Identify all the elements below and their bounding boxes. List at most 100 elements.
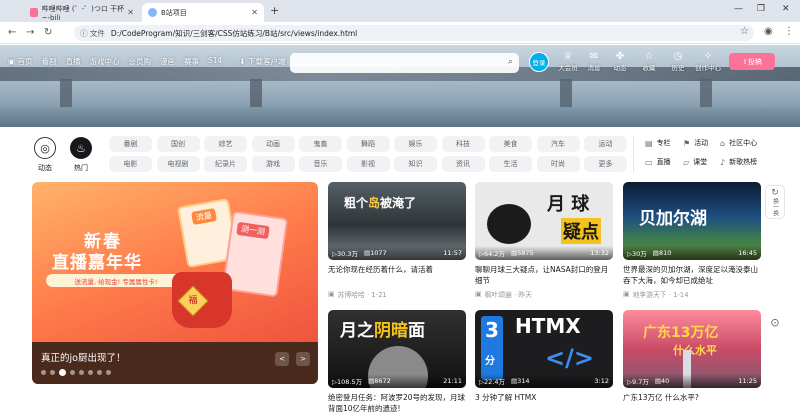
nav-mall[interactable]: 会员购: [128, 56, 151, 67]
side-link-activity[interactable]: ⚑ 活动: [683, 138, 708, 148]
video-title[interactable]: 世界最深的贝加尔湖，深度足以淹没泰山吞下大海，如今却已成绝址: [623, 264, 761, 286]
video-card[interactable]: 贝加尔湖 ▷30万 ▤810 16:45 世界最深的贝加尔湖，深度足以淹没泰山吞…: [623, 182, 761, 299]
reload-icon[interactable]: ↻: [44, 27, 52, 38]
channel-pill[interactable]: 舞蹈: [346, 136, 390, 152]
nav-games[interactable]: 游戏中心: [89, 56, 119, 67]
channel-pill[interactable]: 鬼畜: [299, 136, 342, 152]
channel-pill[interactable]: 动画: [251, 136, 295, 152]
channel-pill[interactable]: 番剧: [109, 136, 152, 152]
channel-pill[interactable]: 时尚: [536, 156, 580, 172]
video-card[interactable]: 月 球 疑点 ▷64.2万 ▤5875 13:32 聊聊月球三大疑点，让NASA…: [475, 182, 613, 299]
video-title[interactable]: 无论你现在经历着什么，请活着: [328, 264, 466, 286]
maximize-icon[interactable]: ❐: [757, 4, 765, 14]
tab-label: B站项目: [161, 8, 187, 17]
carousel-next-button[interactable]: >: [296, 352, 310, 366]
channel-pill[interactable]: 音乐: [299, 156, 342, 172]
carousel-dot[interactable]: [79, 370, 84, 375]
carousel-dot[interactable]: [97, 370, 102, 375]
dynamic-link[interactable]: ✤ 动态: [607, 51, 633, 72]
channel-pill[interactable]: 纪录片: [204, 156, 247, 172]
carousel-dot[interactable]: [41, 370, 46, 375]
video-thumbnail[interactable]: 3 分 HTMX </> ▷22.4万 ▤314 3:12: [475, 310, 613, 388]
channel-pill[interactable]: 科技: [441, 136, 485, 152]
back-top-icon[interactable]: ⊙: [765, 316, 785, 329]
new-tab-button[interactable]: +: [270, 4, 279, 17]
carousel-dot[interactable]: [70, 370, 75, 375]
carousel-dot[interactable]: [88, 370, 93, 375]
channel-pill[interactable]: 生活: [489, 156, 532, 172]
nav-s14[interactable]: S14: [208, 56, 222, 67]
url-field[interactable]: ⓘ 文件 D:/CodeProgram/知识/三剑客/CSS仿站练习/B站/sr…: [74, 25, 754, 41]
video-card[interactable]: 广东13万亿 什么水平 ▷9.7万 ▤40 11:25 广东13万亿 什么水平?: [623, 310, 761, 414]
nav-live[interactable]: 直播: [65, 56, 80, 67]
video-thumbnail[interactable]: 粗个岛被淹了 ▷30.3万 ▤1077 11:57: [328, 182, 466, 260]
nav-esports[interactable]: 赛事: [184, 56, 199, 67]
nav-home[interactable]: ▣ 首页: [8, 56, 32, 67]
video-thumbnail[interactable]: 月 球 疑点 ▷64.2万 ▤5875 13:32: [475, 182, 613, 260]
upload-button[interactable]: ⇪ 投稿: [729, 53, 775, 70]
browser-tab-project[interactable]: B站项目 ✕: [142, 3, 264, 22]
message-link[interactable]: ✉ 消息: [581, 51, 607, 72]
video-card[interactable]: 3 分 HTMX </> ▷22.4万 ▤314 3:12 3 分钟了解 HTM…: [475, 310, 613, 414]
video-thumbnail[interactable]: 广东13万亿 什么水平 ▷9.7万 ▤40 11:25: [623, 310, 761, 388]
promo-carousel[interactable]: 流量 测一测 新春 直播嘉年华 送流量, 给现金! 专属属性卡! 福 真正的jo…: [32, 182, 318, 384]
channel-pill[interactable]: 游戏: [251, 156, 295, 172]
search-icon[interactable]: ⌕: [508, 57, 513, 67]
login-avatar-button[interactable]: 登录: [529, 52, 549, 72]
video-title[interactable]: 广东13万亿 什么水平?: [623, 392, 761, 414]
video-title[interactable]: 绝密登月任务：阿波罗20号的发现，月球背面10亿年前的遗迹!: [328, 392, 466, 414]
side-link-class[interactable]: ▱ 课堂: [683, 157, 707, 167]
history-link[interactable]: ◷ 历史: [665, 51, 691, 72]
nav-download[interactable]: ⬇ 下载客户端: [239, 56, 285, 67]
carousel-title[interactable]: 真正的jo厨出现了！: [41, 350, 125, 364]
carousel-prev-button[interactable]: <: [275, 352, 289, 366]
video-thumbnail[interactable]: 月之阴暗面 ▷108.5万 ▤8672 21:11: [328, 310, 466, 388]
channel-pill[interactable]: 影视: [346, 156, 390, 172]
channel-pill[interactable]: 知识: [394, 156, 437, 172]
carousel-dot[interactable]: [50, 370, 55, 375]
carousel-dot[interactable]: [106, 370, 111, 375]
back-icon[interactable]: ←: [8, 27, 16, 38]
side-link-column[interactable]: ▤ 专栏: [645, 138, 671, 148]
bookmark-star-icon[interactable]: ☆: [740, 26, 749, 37]
channel-pill[interactable]: 汽车: [536, 136, 580, 152]
browser-tab-bilibili[interactable]: 哔哩哔哩 (゜-゜)つロ 干杯~-bili ✕: [24, 3, 140, 22]
side-link-community[interactable]: ⌂ 社区中心: [720, 138, 757, 148]
video-meta[interactable]: ▣ 枫叶颂遍 · 昨天: [475, 289, 613, 299]
channel-pill[interactable]: 电影: [109, 156, 152, 172]
creator-link[interactable]: ✧ 创作中心: [691, 51, 725, 72]
video-card[interactable]: 粗个岛被淹了 ▷30.3万 ▤1077 11:57 无论你现在经历着什么，请活着…: [328, 182, 466, 299]
window-close-icon[interactable]: ✕: [782, 4, 790, 14]
favorites-link[interactable]: ☆ 收藏: [636, 51, 662, 72]
video-meta[interactable]: ▣ 地李游天下 · 1-14: [623, 289, 761, 299]
channel-pill[interactable]: 电视剧: [156, 156, 200, 172]
channel-pill[interactable]: 娱乐: [394, 136, 437, 152]
channel-pill[interactable]: 综艺: [204, 136, 247, 152]
minimize-icon[interactable]: —: [734, 4, 743, 14]
search-input[interactable]: ⌕: [290, 53, 519, 73]
nav-anime[interactable]: 番剧: [41, 56, 56, 67]
vip-link[interactable]: ♕ 大会员: [555, 51, 581, 72]
close-tab-icon[interactable]: ✕: [251, 8, 258, 17]
forward-icon[interactable]: →: [26, 27, 34, 38]
channel-pill[interactable]: 更多: [584, 156, 627, 172]
browser-menu-icon[interactable]: ⋮: [784, 26, 794, 37]
nav-manga[interactable]: 漫画: [160, 56, 175, 67]
video-title[interactable]: 3 分钟了解 HTMX: [475, 392, 613, 414]
channel-pill[interactable]: 运动: [584, 136, 627, 152]
hot-channel[interactable]: ♨ 热门: [68, 137, 94, 173]
video-title[interactable]: 聊聊月球三大疑点，让NASA封口的登月细节: [475, 264, 613, 286]
video-meta[interactable]: ▣ 苏博哈哈 · 1-21: [328, 289, 466, 299]
side-link-live[interactable]: ▭ 直播: [645, 157, 671, 167]
video-thumbnail[interactable]: 贝加尔湖 ▷30万 ▤810 16:45: [623, 182, 761, 260]
channel-pill[interactable]: 国创: [156, 136, 200, 152]
video-card[interactable]: 月之阴暗面 ▷108.5万 ▤8672 21:11 绝密登月任务：阿波罗20号的…: [328, 310, 466, 414]
refresh-button[interactable]: ↻ 换一换: [765, 185, 785, 219]
carousel-dot[interactable]: [59, 369, 66, 376]
side-link-songs[interactable]: ♪ 新歌热榜: [720, 157, 757, 167]
dynamic-channel[interactable]: ◎ 动态: [32, 137, 58, 173]
profile-icon[interactable]: ◉: [764, 26, 773, 37]
channel-pill[interactable]: 美食: [489, 136, 532, 152]
close-tab-icon[interactable]: ✕: [127, 8, 134, 17]
channel-pill[interactable]: 资讯: [441, 156, 485, 172]
